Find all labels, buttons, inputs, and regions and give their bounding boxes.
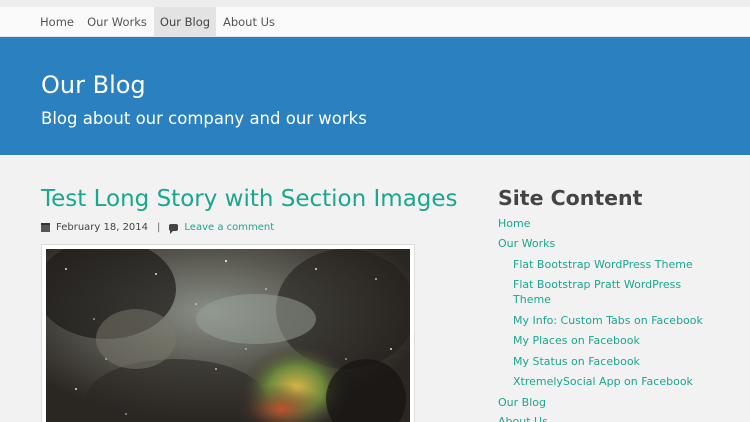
sidebar-link-flat-bootstrap[interactable]: Flat Bootstrap WordPress Theme (513, 257, 693, 272)
post-title-link[interactable]: Test Long Story with Section Images (41, 186, 458, 212)
sidebar-link-about-us[interactable]: About Us (498, 414, 548, 422)
nebula-image (46, 249, 410, 422)
sidebar-link-my-info[interactable]: My Info: Custom Tabs on Facebook (513, 313, 703, 328)
calendar-icon (41, 223, 50, 232)
post-featured-image-frame (41, 244, 415, 422)
leave-comment-link[interactable]: Leave a comment (184, 222, 274, 233)
sidebar-title: Site Content (498, 186, 643, 210)
page-title: Our Blog (41, 71, 146, 99)
nav-our-works[interactable]: Our Works (82, 7, 152, 37)
nav-home[interactable]: Home (34, 7, 80, 37)
sidebar-link-home[interactable]: Home (498, 216, 530, 231)
top-strip (0, 0, 750, 7)
post-date: February 18, 2014 (56, 222, 149, 233)
nav-about-us[interactable]: About Us (218, 7, 280, 37)
post-featured-image[interactable] (46, 249, 410, 422)
sidebar-link-our-works[interactable]: Our Works (498, 236, 555, 251)
nav-our-blog[interactable]: Our Blog (154, 7, 216, 37)
page-tagline: Blog about our company and our works (41, 109, 367, 128)
post-meta: February 18, 2014 | Leave a comment (41, 222, 274, 234)
page-header-banner: Our Blog Blog about our company and our … (0, 37, 750, 155)
sidebar-link-our-blog[interactable]: Our Blog (498, 395, 546, 410)
comment-icon (169, 224, 179, 234)
sidebar-link-my-status[interactable]: My Status on Facebook (513, 354, 640, 369)
sidebar-link-my-places[interactable]: My Places on Facebook (513, 333, 640, 348)
sidebar-link-flat-bootstrap-pratt[interactable]: Flat Bootstrap Pratt WordPress Theme (513, 277, 698, 307)
main-navbar: Home Our Works Our Blog About Us (0, 7, 750, 37)
sidebar-link-xtremelysocial[interactable]: XtremelySocial App on Facebook (513, 374, 693, 389)
meta-separator: | (157, 222, 161, 233)
